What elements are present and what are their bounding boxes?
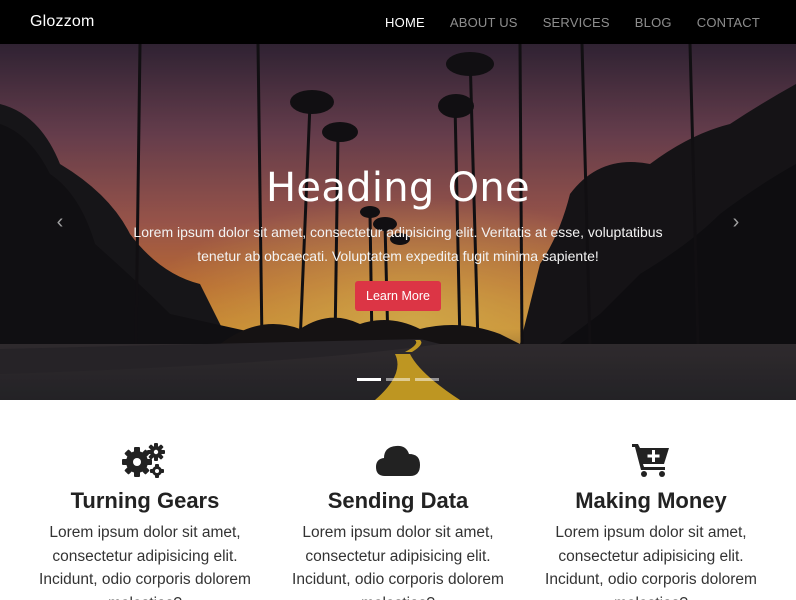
- nav-link-contact[interactable]: CONTACT: [697, 15, 760, 30]
- carousel-indicators: [0, 378, 796, 381]
- cart-plus-icon: [531, 440, 771, 480]
- feature-title: Making Money: [575, 488, 727, 513]
- feature-card: Sending Data Lorem ipsum dolor sit amet,…: [278, 440, 518, 600]
- carousel-indicator-3[interactable]: [415, 378, 439, 381]
- hero-text: Lorem ipsum dolor sit amet, consectetur …: [133, 224, 663, 264]
- hero-caption: Heading One Lorem ipsum dolor sit amet, …: [0, 164, 796, 311]
- nav-link-home[interactable]: HOME: [385, 15, 425, 30]
- feature-title: Sending Data: [327, 488, 469, 513]
- hero-carousel: ‹ › Heading One Lorem ipsum dolor sit am…: [0, 44, 796, 400]
- nav-link-about-us[interactable]: ABOUT US: [450, 15, 518, 30]
- navbar: Glozzom HOME ABOUT US SERVICES BLOG CONT…: [0, 0, 796, 44]
- cloud-icon: [278, 440, 518, 480]
- brand-logo[interactable]: Glozzom: [30, 13, 95, 31]
- hero-title: Heading One: [266, 165, 530, 211]
- feature-card: Turning Gears Lorem ipsum dolor sit amet…: [25, 440, 265, 600]
- feature-card: Making Money Lorem ipsum dolor sit amet,…: [531, 440, 771, 600]
- feature-title: Turning Gears: [70, 488, 220, 513]
- feature-text: Lorem ipsum dolor sit amet, consectetur …: [292, 524, 504, 600]
- features-section: Turning Gears Lorem ipsum dolor sit amet…: [0, 400, 796, 600]
- carousel-indicator-1[interactable]: [357, 378, 381, 381]
- nav-links: HOME ABOUT US SERVICES BLOG CONTACT: [360, 15, 760, 30]
- gears-icon: [25, 440, 265, 480]
- feature-text: Lorem ipsum dolor sit amet, consectetur …: [545, 524, 757, 600]
- feature-text: Lorem ipsum dolor sit amet, consectetur …: [39, 524, 251, 600]
- nav-link-blog[interactable]: BLOG: [635, 15, 672, 30]
- carousel-indicator-2[interactable]: [386, 378, 410, 381]
- nav-link-services[interactable]: SERVICES: [543, 15, 610, 30]
- learn-more-button[interactable]: Learn More: [355, 281, 441, 311]
